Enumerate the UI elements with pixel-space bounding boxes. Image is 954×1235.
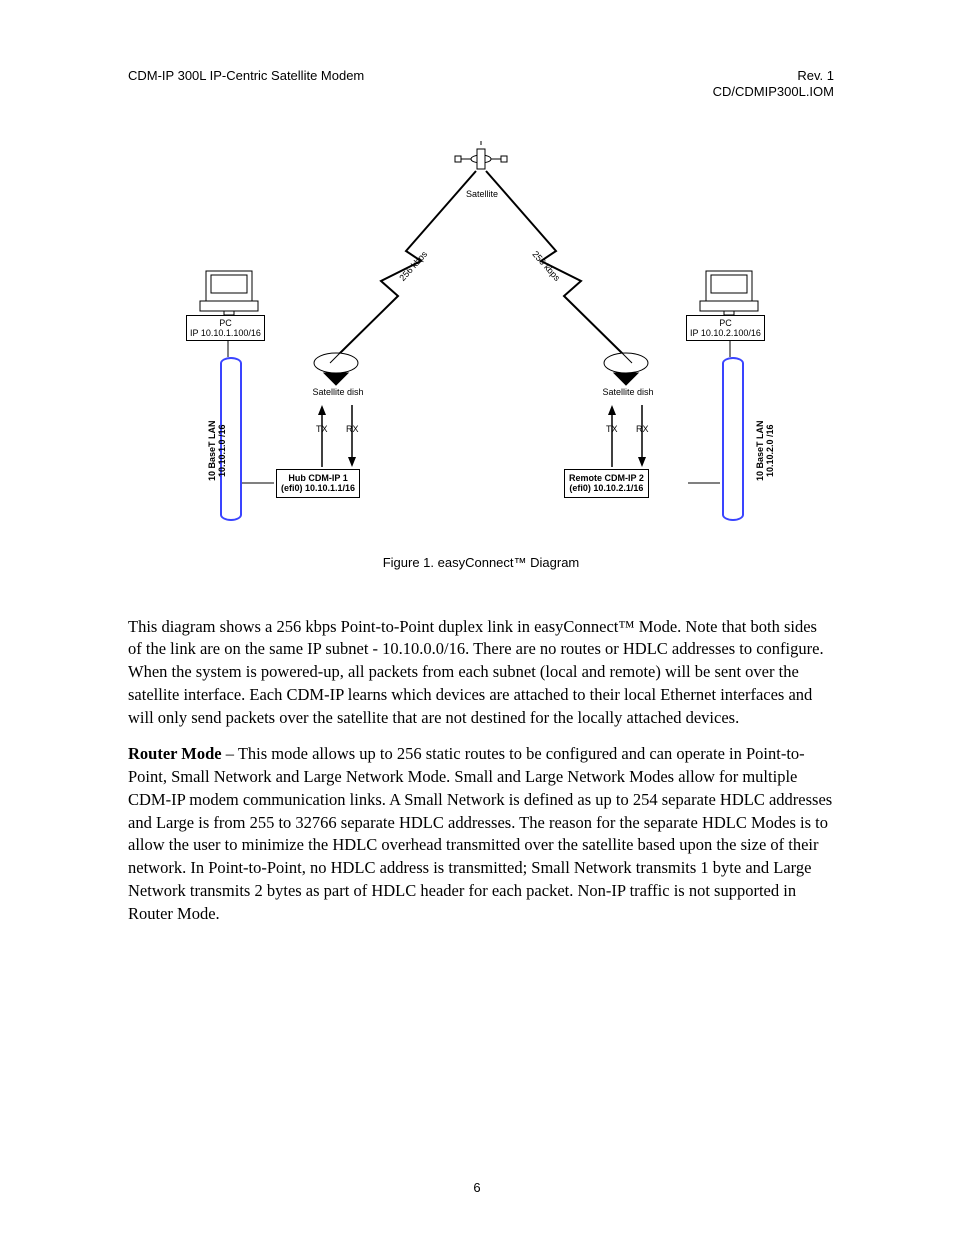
right-device-box: Remote CDM-IP 2 (efi0) 10.10.2.1/16 — [564, 469, 649, 499]
right-pc-box: PC IP 10.10.2.100/16 — [686, 315, 765, 342]
figure-caption: Figure 1. easyConnect™ Diagram — [128, 555, 834, 570]
left-pc-box: PC IP 10.10.1.100/16 — [186, 315, 265, 342]
left-pc-line1: PC — [219, 318, 232, 328]
left-tx-label: TX — [316, 424, 328, 434]
left-device-box: Hub CDM-IP 1 (efi0) 10.10.1.1/16 — [276, 469, 360, 499]
left-pc-line2: IP 10.10.1.100/16 — [190, 328, 261, 338]
page-header: CDM-IP 300L IP-Centric Satellite Modem R… — [128, 68, 834, 101]
left-dish-label: Satellite dish — [310, 387, 366, 397]
page-number: 6 — [0, 1180, 954, 1195]
left-rx-label: RX — [346, 424, 359, 434]
easyconnect-diagram: Satellite 256 kbps 256 kbps PC IP 10.10.… — [146, 141, 816, 541]
body-text: This diagram shows a 256 kbps Point-to-P… — [128, 616, 834, 926]
satellite-label: Satellite — [462, 189, 502, 199]
paragraph-1: This diagram shows a 256 kbps Point-to-P… — [128, 616, 834, 730]
right-pc-line1: PC — [719, 318, 732, 328]
header-right-1: Rev. 1 — [797, 68, 834, 84]
right-pc-line2: IP 10.10.2.100/16 — [690, 328, 761, 338]
header-right-2: CD/CDMIP300L.IOM — [713, 84, 834, 100]
router-mode-heading: Router Mode — [128, 744, 222, 763]
paragraph-2: Router Mode – This mode allows up to 256… — [128, 743, 834, 925]
left-lan-label: 10 BaseT LAN 10.10.1.0 /16 — [208, 420, 228, 481]
right-tx-label: TX — [606, 424, 618, 434]
right-lan-label: 10 BaseT LAN 10.10.2.0 /16 — [756, 420, 776, 481]
right-lan-pipe — [722, 357, 744, 521]
right-rx-label: RX — [636, 424, 649, 434]
right-dish-label: Satellite dish — [600, 387, 656, 397]
header-left: CDM-IP 300L IP-Centric Satellite Modem — [128, 68, 364, 84]
page: CDM-IP 300L IP-Centric Satellite Modem R… — [0, 0, 954, 1235]
